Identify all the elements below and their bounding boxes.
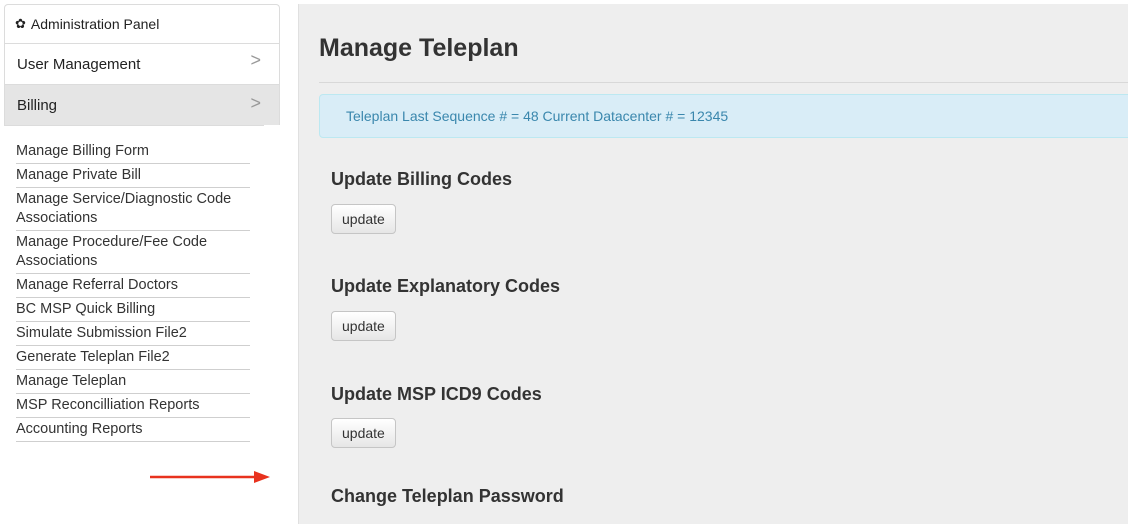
main-content: Manage Teleplan Teleplan Last Sequence #… <box>298 4 1128 524</box>
section-title-billing-codes: Update Billing Codes <box>331 169 513 189</box>
gear-icon: ✿ <box>15 16 26 31</box>
admin-panel-title: Administration Panel <box>30 16 160 32</box>
page-title: Manage Teleplan <box>319 34 519 62</box>
menu-simulate-submission[interactable]: Simulate Submission File2 <box>16 322 250 346</box>
section-title-change-password: Change Teleplan Password <box>331 486 564 506</box>
section-title-explanatory-codes: Update Explanatory Codes <box>331 276 561 296</box>
menu-manage-service-diagnostic[interactable]: Manage Service/Diagnostic Code Associati… <box>16 188 250 231</box>
nav-billing[interactable]: Billing > <box>4 84 280 125</box>
menu-manage-billing-form[interactable]: Manage Billing Form <box>16 142 250 164</box>
title-divider <box>319 82 1128 83</box>
annotation-arrow-icon <box>150 471 270 483</box>
update-msp-icd9-codes-button[interactable]: update <box>331 418 396 448</box>
billing-submenu: Manage Billing Form Manage Private Bill … <box>4 125 264 442</box>
nav-billing-label: Billing <box>17 96 58 114</box>
menu-accounting-reports[interactable]: Accounting Reports <box>16 418 250 442</box>
menu-manage-private-bill[interactable]: Manage Private Bill <box>16 164 250 188</box>
menu-manage-teleplan[interactable]: Manage Teleplan <box>16 370 250 394</box>
admin-panel-header: ✿ Administration Panel <box>4 4 280 43</box>
chevron-right-icon: > <box>250 92 261 113</box>
teleplan-info-alert: Teleplan Last Sequence # = 48 Current Da… <box>319 94 1128 138</box>
menu-bc-msp-quick-billing[interactable]: BC MSP Quick Billing <box>16 298 250 322</box>
chevron-right-icon: > <box>250 49 261 70</box>
menu-manage-referral-doctors[interactable]: Manage Referral Doctors <box>16 274 250 298</box>
nav-user-management[interactable]: User Management > <box>4 43 280 84</box>
admin-sidebar: ✿ Administration Panel User Management >… <box>4 4 280 524</box>
nav-user-management-label: User Management <box>17 55 141 73</box>
menu-msp-reconciliation[interactable]: MSP Reconcilliation Reports <box>16 394 250 418</box>
menu-generate-teleplan[interactable]: Generate Teleplan File2 <box>16 346 250 370</box>
menu-manage-procedure-fee[interactable]: Manage Procedure/Fee Code Associations <box>16 231 250 274</box>
update-billing-codes-button[interactable]: update <box>331 204 396 234</box>
update-explanatory-codes-button[interactable]: update <box>331 311 396 341</box>
section-title-msp-icd9-codes: Update MSP ICD9 Codes <box>331 384 542 404</box>
